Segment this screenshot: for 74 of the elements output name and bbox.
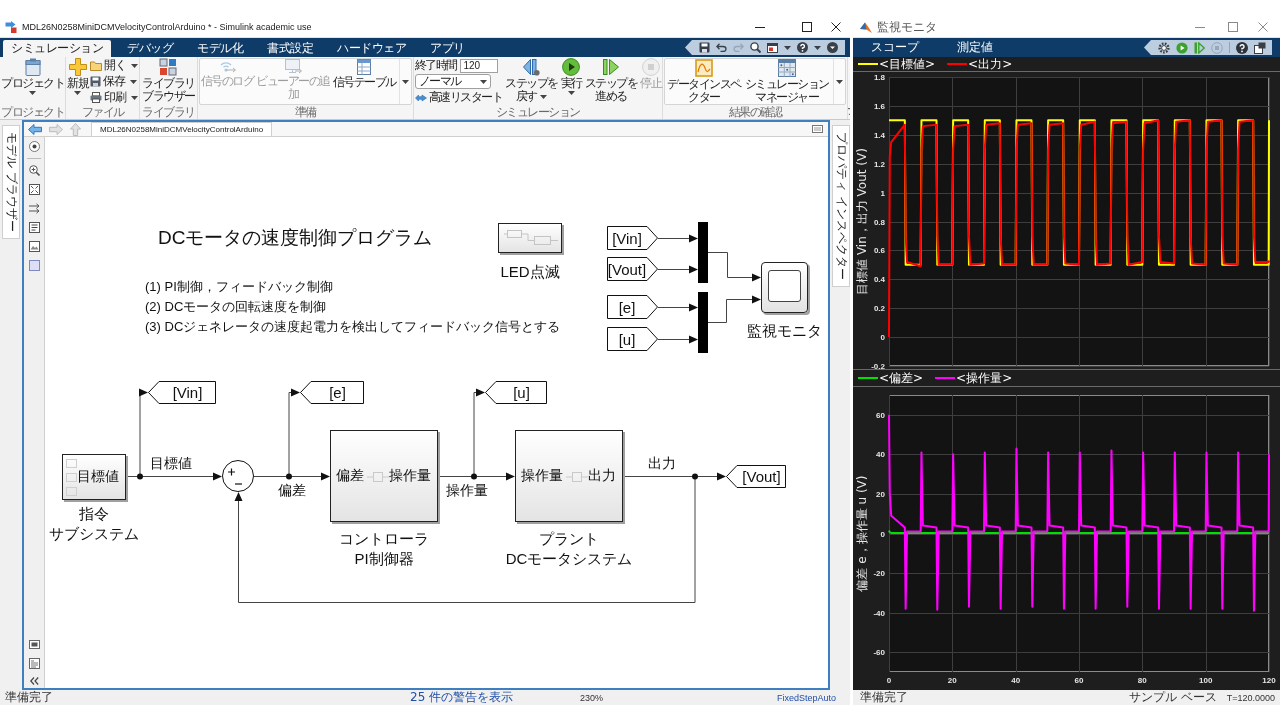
port-label: 操作量 <box>521 467 563 485</box>
tick-label: 0.6 <box>873 246 885 255</box>
status-text: サンプル ベース <box>1128 690 1217 705</box>
tick-label: 0 <box>886 676 892 685</box>
from-tag: [u] <box>607 327 658 351</box>
tick-label: 40 <box>876 450 885 459</box>
tick-label: 40 <box>1011 676 1021 685</box>
annotation-text: (2) DCモータの回転速度を制御 <box>145 298 328 316</box>
signal-label: 出力 <box>648 455 676 473</box>
tick-label: 60 <box>876 411 885 420</box>
goto-tag: [Vin] <box>148 381 216 404</box>
port-label: 出力 <box>588 467 616 485</box>
tick-label: 0.2 <box>873 304 885 313</box>
axis-label: 目標値 Vin，出力 Vout (V) <box>855 148 869 295</box>
window-title: MDL26N0258MiniDCMVelocityControlArduino * - Simulink academic use <box>22 22 312 32</box>
signal-label: 目標値 <box>150 455 192 473</box>
window-title: 監視モニタ <box>877 18 937 36</box>
annotation-text: (1) PI制御，フィードバック制御 <box>145 278 334 296</box>
axis-label: 偏差 e，操作量 u (V) <box>855 475 869 592</box>
block-label: PI制御器 <box>354 549 414 569</box>
from-tag: [Vout] <box>607 257 658 281</box>
block-label: 監視モニタ <box>746 321 822 341</box>
tick-label: 1.6 <box>873 102 885 111</box>
group-label: シミュレーション <box>494 106 581 119</box>
goto-tag: [Vout] <box>726 465 786 488</box>
legend-label: <出力> <box>968 57 1013 71</box>
block-label: コントローラ <box>339 529 429 549</box>
status-text: 準備完了 <box>5 690 54 705</box>
field-label: 終了時間 <box>414 57 457 74</box>
block-label: サブシステム <box>49 524 139 544</box>
tick-label: 100 <box>1199 676 1213 685</box>
signal-label: 偏差 <box>278 482 306 500</box>
from-tag: [Vin] <box>607 226 658 250</box>
port-label: 偏差 <box>336 467 364 485</box>
tick-label: 1.8 <box>873 73 885 82</box>
tick-label: 60 <box>1074 676 1084 685</box>
status-text: T=120.0000 <box>1226 692 1275 703</box>
from-tag: [e] <box>607 295 658 319</box>
tick-label: 1 <box>880 189 885 198</box>
port-label: 目標値 <box>77 468 119 486</box>
group-label: ライブラリ <box>141 106 196 119</box>
status-text: 準備完了 <box>860 690 908 705</box>
goto-tag: [u] <box>485 381 547 404</box>
tick-label: 80 <box>1137 676 1147 685</box>
tick-label: 1.4 <box>873 131 885 140</box>
tick-label: 20 <box>876 490 885 499</box>
tick-label: 0 <box>880 530 885 539</box>
tick-label: -0.2 <box>871 362 885 369</box>
diagram-title: DCモータの速度制御プログラム <box>158 226 433 250</box>
legend-label: <目標値> <box>879 57 936 71</box>
annotation-text: (3) DCジェネレータの速度起電力を検出してフィードバック信号とする <box>145 318 561 336</box>
group-label: 準備 <box>293 106 317 119</box>
tick-label: 120 <box>1262 676 1276 685</box>
group-label: ファイル <box>80 106 125 119</box>
group-label: 結果の確認 <box>727 106 783 119</box>
tick-label: -20 <box>873 569 885 578</box>
block-label: LED点滅 <box>500 262 560 282</box>
legend-label: <操作量> <box>956 371 1013 385</box>
block-label: プラント <box>539 529 599 549</box>
tick-label: -40 <box>873 609 885 618</box>
tick-label: 1.2 <box>873 160 885 169</box>
goto-tag: [e] <box>300 381 364 404</box>
signal-label: 操作量 <box>446 482 488 500</box>
tick-label: 0.4 <box>873 275 885 284</box>
block-label: DCモータシステム <box>505 549 633 569</box>
tick-label: 0 <box>880 333 885 342</box>
zoom-level: 230% <box>580 692 605 703</box>
block-label: 指令 <box>79 504 109 524</box>
port-label: 操作量 <box>389 467 431 485</box>
group-label: プロジェクト <box>1 106 64 119</box>
tick-label: 20 <box>947 676 957 685</box>
tick-label: 0.8 <box>873 218 885 227</box>
legend-label: <偏差> <box>879 371 924 385</box>
tick-label: -60 <box>873 648 885 657</box>
